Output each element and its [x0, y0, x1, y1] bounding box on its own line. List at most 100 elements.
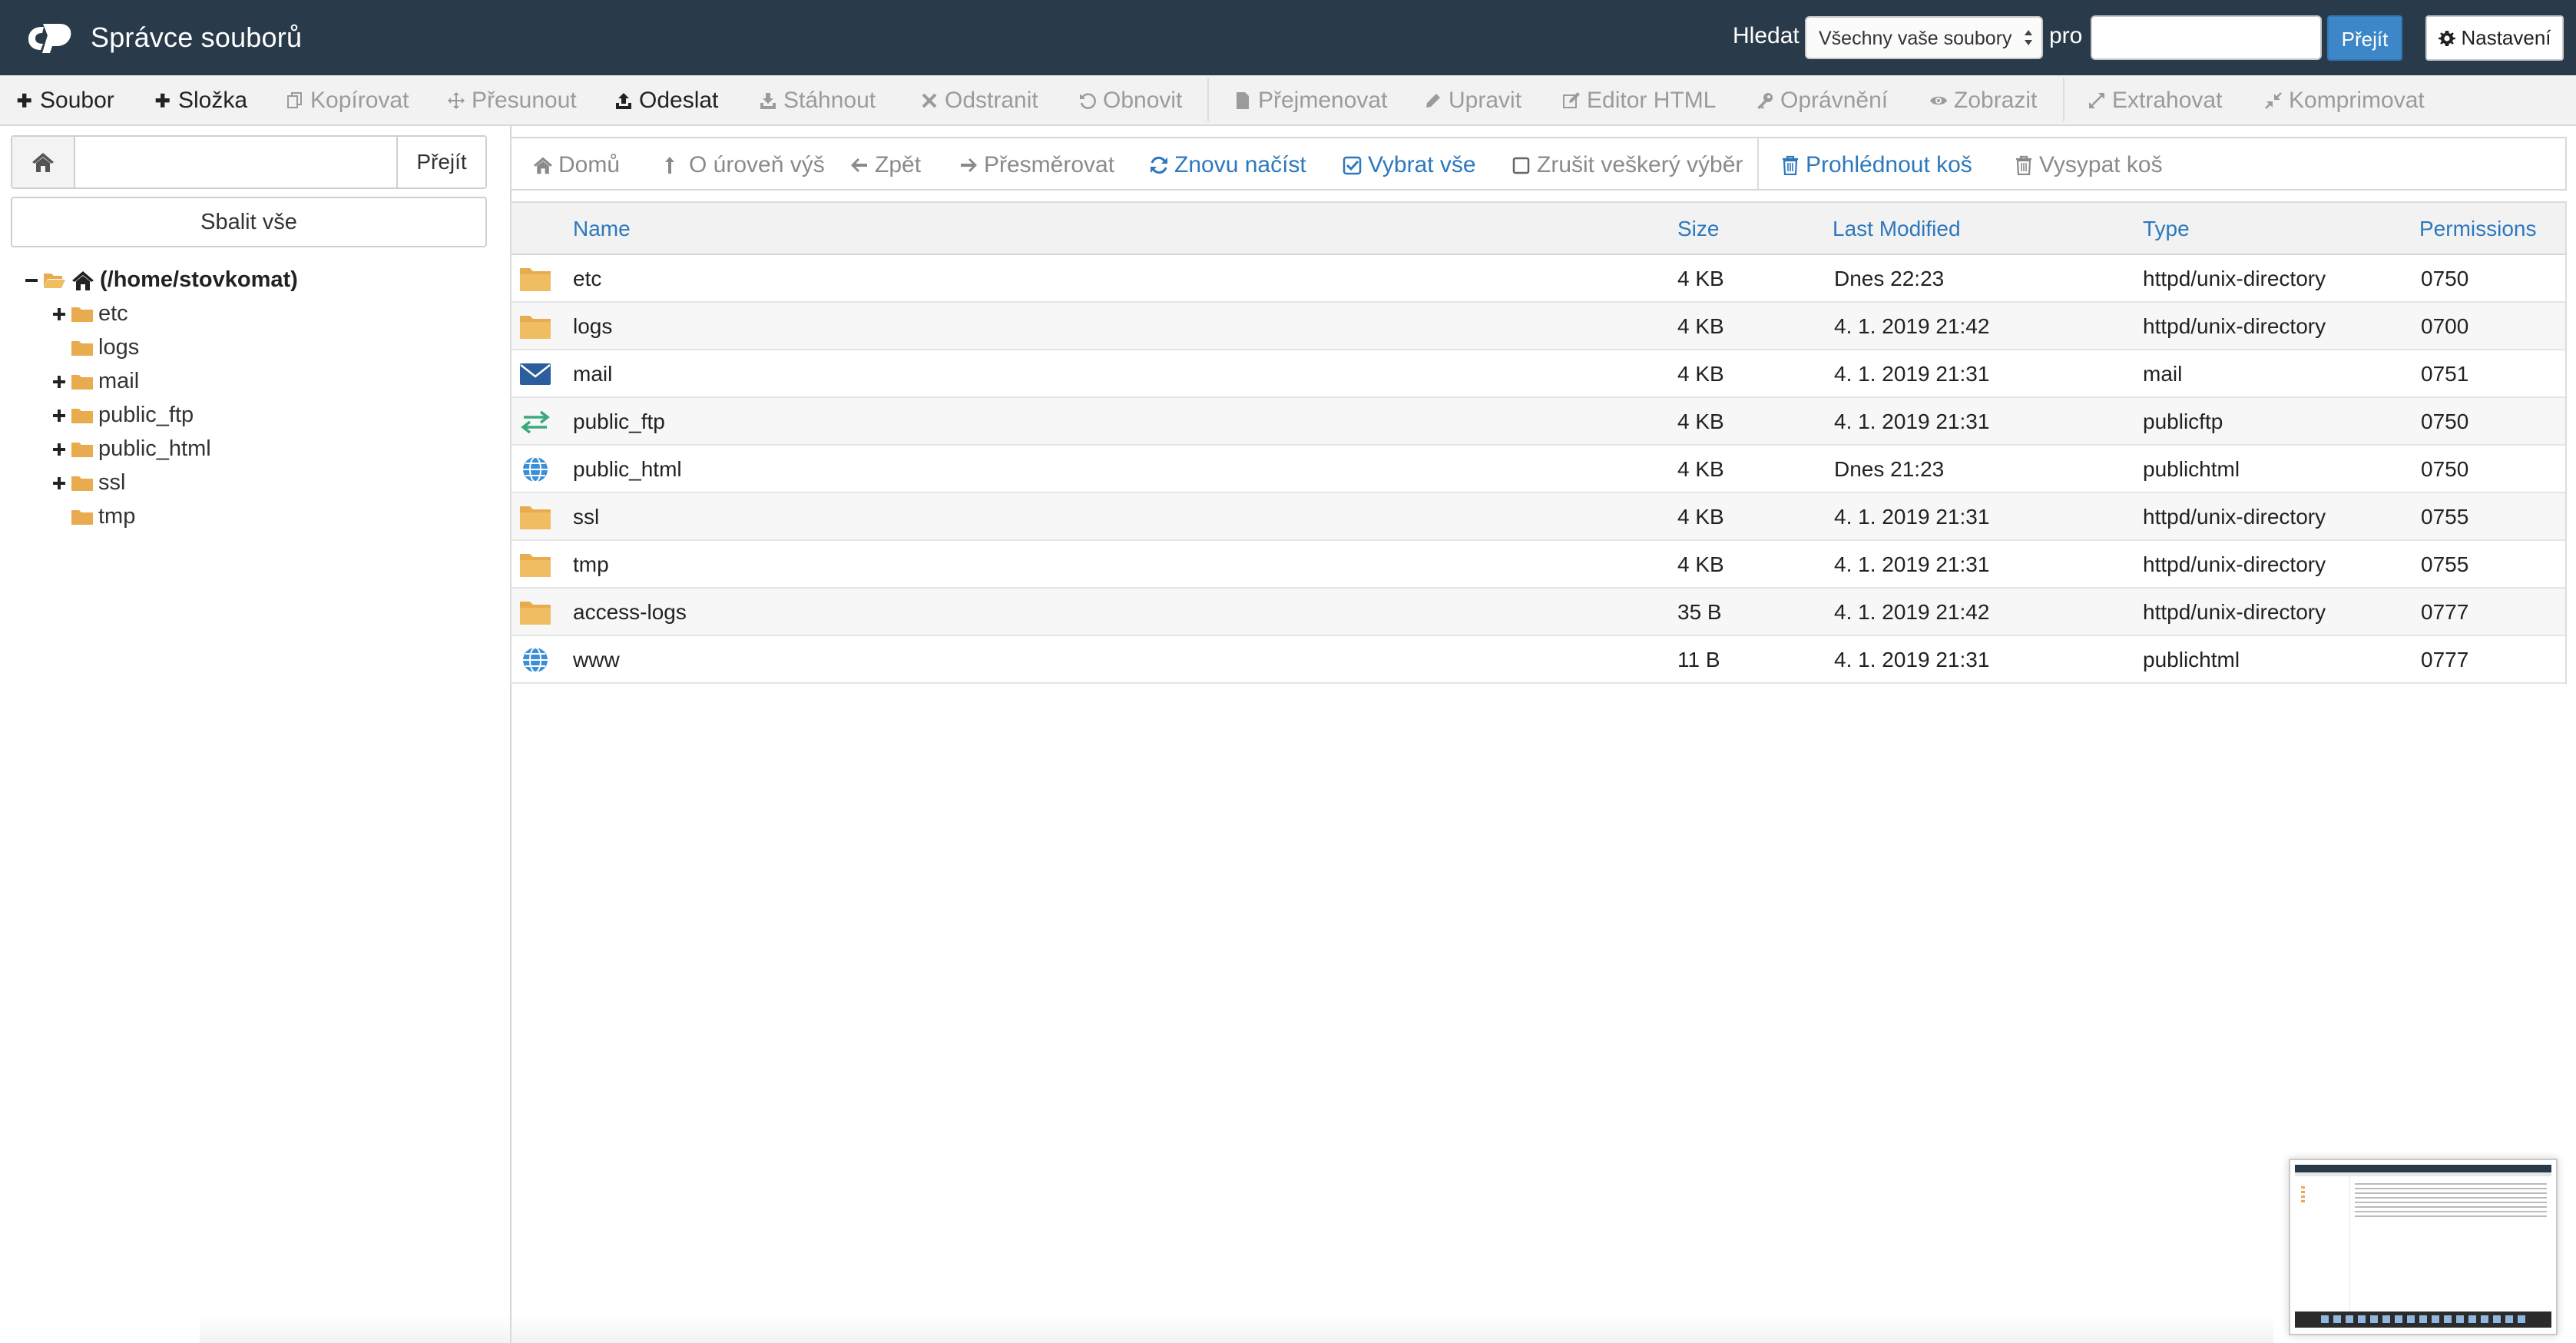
column-header-name[interactable]: Name [573, 217, 631, 241]
tree-item-public-ftp[interactable]: public_ftp [52, 403, 194, 428]
forward-button[interactable]: Přesměrovat [959, 152, 1114, 178]
view-trash-button[interactable]: Prohlédnout koš [1780, 152, 1972, 178]
cell-name: etc [573, 267, 602, 290]
folder-icon [520, 506, 551, 529]
new-file-button[interactable]: Soubor [15, 88, 114, 114]
search-go-button[interactable]: Přejít [2327, 15, 2402, 61]
bottom-shadow [200, 1315, 2273, 1343]
table-row[interactable]: logs 4 KB 4. 1. 2019 21:42 httpd/unix-direc… [512, 303, 2565, 350]
plus-icon[interactable] [52, 307, 66, 321]
cell-name: tmp [573, 552, 609, 576]
path-input[interactable] [77, 137, 407, 187]
unselect-all-button[interactable]: Zrušit veškerý výběr [1511, 152, 1743, 178]
cell-permissions: 0750 [2421, 410, 2469, 433]
folder-icon [520, 554, 551, 577]
eye-icon [1930, 96, 1947, 105]
new-folder-button[interactable]: Složka [154, 88, 247, 114]
compress-icon [2265, 92, 2282, 109]
select-all-button[interactable]: Vybrat vše [1343, 152, 1476, 178]
tree-item-logs[interactable]: logs [52, 335, 139, 360]
settings-button[interactable]: Nastavení [2425, 15, 2564, 61]
brand: Správce souborů [26, 19, 302, 56]
path-home-button[interactable] [12, 137, 75, 187]
edit-button[interactable]: Upravit [1424, 88, 1521, 114]
tree-item-label: etc [98, 301, 128, 326]
cell-last-modified: 4. 1. 2019 21:42 [1834, 600, 1990, 624]
tree-item-etc[interactable]: etc [52, 301, 128, 327]
cell-name: ssl [573, 505, 600, 529]
table-row[interactable]: etc 4 KB Dnes 22:23 httpd/unix-directory 075… [512, 255, 2565, 303]
table-row[interactable]: www 11 B 4. 1. 2019 21:31 publichtml 0777 [512, 636, 2565, 684]
file-table: Name Size Last Modified Type Permissions… [510, 201, 2567, 684]
upload-icon [616, 93, 631, 109]
cell-type: publichtml [2143, 648, 2240, 672]
table-row[interactable]: access-logs 35 B 4. 1. 2019 21:42 httpd/uni… [512, 589, 2565, 636]
cell-size: 4 KB [1677, 410, 1724, 433]
search-scope-select[interactable]: Všechny vaše soubory [1805, 16, 2043, 59]
permissions-button[interactable]: Oprávnění [1756, 88, 1888, 114]
minus-icon[interactable] [25, 274, 38, 287]
rename-button[interactable]: Přejmenovat [1233, 88, 1387, 114]
checkbox-empty-icon [1512, 157, 1530, 174]
tree-item-tmp[interactable]: tmp [52, 504, 135, 529]
plus-icon[interactable] [52, 375, 66, 389]
download-button[interactable]: Stáhnout [759, 88, 876, 114]
extract-button[interactable]: Extrahovat [2088, 88, 2222, 114]
tree-item-ssl[interactable]: ssl [52, 470, 125, 496]
move-button[interactable]: Přesunout [447, 88, 577, 114]
tree-item-label: logs [98, 335, 140, 360]
column-header-permissions[interactable]: Permissions [2419, 217, 2536, 241]
back-button[interactable]: Zpět [849, 152, 921, 178]
cpanel-logo-icon [28, 24, 71, 53]
cell-type: httpd/unix-directory [2143, 552, 2326, 576]
table-row[interactable]: tmp 4 KB 4. 1. 2019 21:31 httpd/unix-direct… [512, 541, 2565, 589]
arrow-right-icon [961, 158, 977, 172]
undo-icon [1080, 93, 1096, 109]
back-label: Zpět [875, 152, 922, 177]
permissions-label: Oprávnění [1780, 88, 1889, 113]
upload-button[interactable]: Odeslat [614, 88, 718, 114]
column-header-type[interactable]: Type [2143, 217, 2190, 241]
copy-button[interactable]: Kopírovat [286, 88, 409, 114]
cell-name: logs [573, 314, 613, 338]
view-button[interactable]: Zobrazit [1929, 88, 2037, 114]
path-go-button[interactable]: Přejít [396, 137, 485, 187]
folder-open-icon [44, 273, 65, 288]
restore-button[interactable]: Obnovit [1078, 88, 1182, 114]
plus-icon[interactable] [52, 443, 66, 456]
tree-root[interactable]: (/home/stovkomat) [25, 267, 298, 293]
plus-icon[interactable] [52, 409, 66, 423]
home-button[interactable]: Domů [533, 152, 620, 178]
file-icon [1237, 92, 1249, 109]
screenshot-thumbnail[interactable] [2289, 1159, 2558, 1335]
empty-trash-button[interactable]: Vysypat koš [2014, 152, 2163, 178]
collapse-all-button[interactable]: Sbalit vše [11, 197, 487, 247]
move-icon [448, 92, 465, 109]
delete-button[interactable]: Odstranit [920, 88, 1038, 114]
plus-icon[interactable] [52, 476, 66, 490]
cell-name: access-logs [573, 600, 687, 624]
home-label: Domů [558, 152, 621, 177]
up-one-level-button[interactable]: O úroveň výš [664, 152, 825, 178]
column-header-last-modified[interactable]: Last Modified [1833, 217, 1961, 241]
tree-item-mail[interactable]: mail [52, 369, 139, 394]
level-up-icon [665, 157, 674, 174]
extract-label: Extrahovat [2112, 88, 2223, 113]
compress-button[interactable]: Komprimovat [2264, 88, 2425, 114]
column-header-size[interactable]: Size [1677, 217, 1719, 241]
folder-icon [520, 602, 551, 625]
table-row[interactable]: ssl 4 KB 4. 1. 2019 21:31 httpd/unix-direct… [512, 493, 2565, 541]
cell-last-modified: Dnes 21:23 [1834, 457, 1945, 481]
cell-name: mail [573, 362, 613, 386]
table-row[interactable]: public_html 4 KB Dnes 21:23 publichtml 0750 [512, 446, 2565, 493]
tree-item-public-html[interactable]: public_html [52, 436, 211, 462]
table-row[interactable]: public_ftp 4 KB 4. 1. 2019 21:31 publicftp 0… [512, 398, 2565, 446]
html-editor-button[interactable]: Editor HTML [1562, 88, 1716, 114]
globe-icon [523, 647, 548, 673]
table-row[interactable]: mail 4 KB 4. 1. 2019 21:31 mail 0751 [512, 350, 2565, 398]
cell-permissions: 0751 [2421, 362, 2469, 386]
cell-type: httpd/unix-directory [2143, 600, 2326, 624]
search-input[interactable] [2091, 15, 2322, 60]
reload-button[interactable]: Znovu načíst [1149, 152, 1306, 178]
